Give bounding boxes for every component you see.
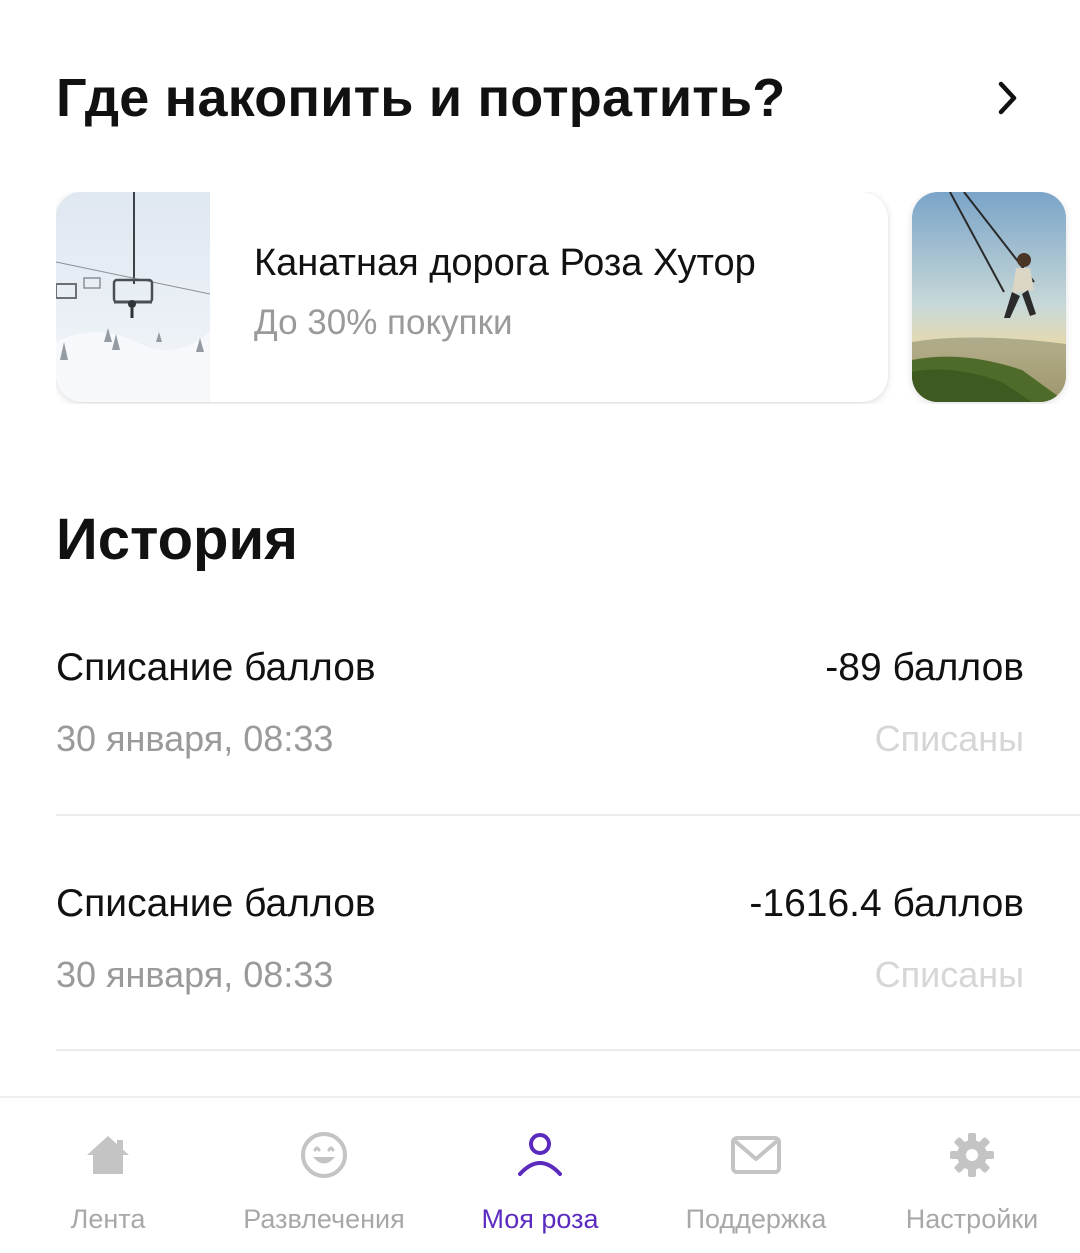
earn-section-title: Где накопить и потратить?	[56, 68, 786, 128]
place-subtitle: До 30% покупки	[254, 303, 513, 342]
history-amount: -89 баллов	[825, 646, 1024, 689]
earn-section-header[interactable]: Где накопить и потратить?	[56, 58, 1026, 138]
history-status: Списаны	[874, 954, 1024, 995]
divider	[56, 1049, 1080, 1051]
mail-icon	[729, 1128, 783, 1182]
place-card[interactable]: Канатная дорога Роза Хутор До 30% покупк…	[56, 192, 888, 402]
history-row[interactable]: Списание баллов -1616.4 баллов 30 января…	[56, 882, 1024, 1062]
divider	[56, 814, 1080, 816]
home-icon	[81, 1128, 135, 1182]
places-carousel[interactable]: Канатная дорога Роза Хутор До 30% покупк…	[56, 192, 1080, 404]
nav-item-my-rosa[interactable]: Моя роза	[432, 1098, 648, 1253]
history-status: Списаны	[874, 718, 1024, 759]
swing-image	[912, 192, 1066, 402]
nav-item-feed[interactable]: Лента	[0, 1098, 216, 1253]
place-card[interactable]	[912, 192, 1066, 402]
nav-item-support[interactable]: Поддержка	[648, 1098, 864, 1253]
chevron-right-icon[interactable]	[990, 78, 1026, 118]
history-name: Списание баллов	[56, 646, 376, 689]
nav-label: Настройки	[905, 1204, 1039, 1234]
nav-label: Развлечения	[243, 1204, 405, 1234]
person-icon	[513, 1128, 567, 1182]
history-amount: -1616.4 баллов	[749, 882, 1024, 925]
nav-label: Поддержка	[685, 1204, 827, 1234]
history-date: 30 января, 08:33	[56, 718, 334, 759]
gear-icon	[945, 1128, 999, 1182]
bottom-navigation: Лента Развлечения Моя роза Поддержка Нас…	[0, 1096, 1080, 1253]
smile-icon	[297, 1128, 351, 1182]
nav-label: Лента	[70, 1204, 146, 1234]
history-row[interactable]: Списание баллов -89 баллов 30 января, 08…	[56, 646, 1024, 826]
history-name: Списание баллов	[56, 882, 376, 925]
history-title: История	[56, 507, 298, 572]
ski-lift-image	[56, 192, 210, 402]
history-date: 30 января, 08:33	[56, 954, 334, 995]
place-title: Канатная дорога Роза Хутор	[254, 242, 756, 284]
nav-label: Моя роза	[481, 1204, 599, 1234]
nav-item-settings[interactable]: Настройки	[864, 1098, 1080, 1253]
nav-item-entertainment[interactable]: Развлечения	[216, 1098, 432, 1253]
